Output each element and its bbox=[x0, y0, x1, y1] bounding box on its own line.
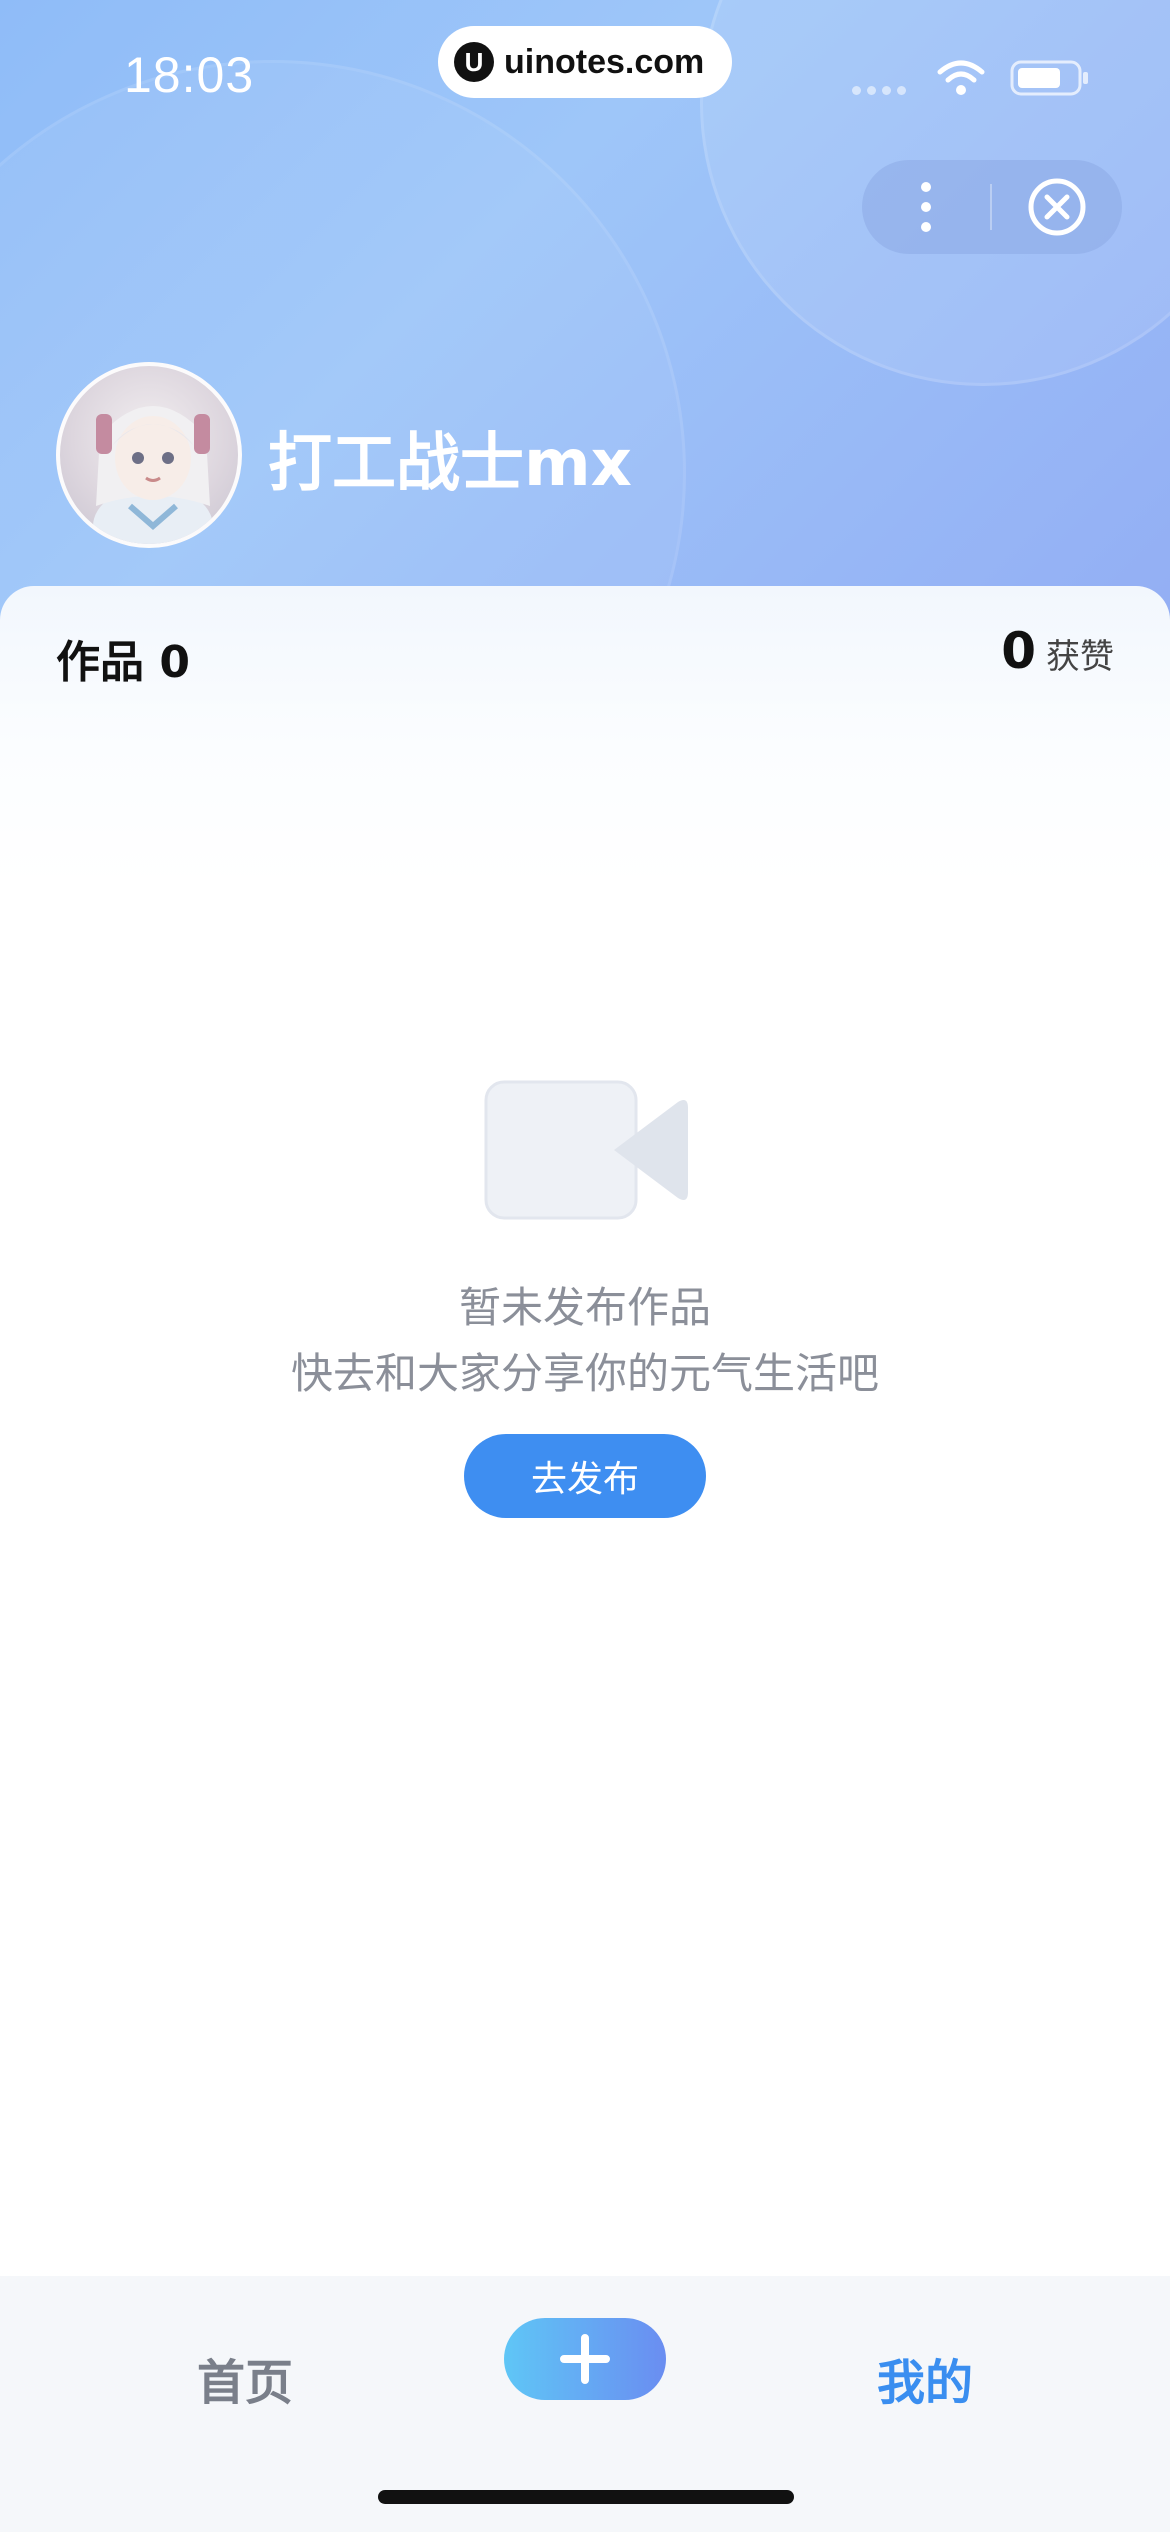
header-decoration bbox=[0, 60, 686, 640]
cellular-signal-icon bbox=[852, 86, 906, 95]
battery-icon bbox=[1010, 60, 1088, 96]
works-panel: 作品 0 0 获赞 暂未发布作品 快去和大家分享你的元气生活吧 去发布 bbox=[0, 586, 1170, 2276]
empty-subtitle: 快去和大家分享你的元气生活吧 bbox=[290, 1349, 879, 1398]
video-camera-icon bbox=[484, 1080, 688, 1220]
avatar[interactable] bbox=[56, 362, 242, 548]
more-button[interactable] bbox=[862, 160, 990, 254]
url-pill: U uinotes.com bbox=[438, 26, 732, 98]
status-time: 18:03 bbox=[124, 47, 255, 103]
tab-home[interactable]: 首页 bbox=[160, 2328, 330, 2428]
close-button[interactable] bbox=[992, 160, 1122, 254]
avatar-image bbox=[93, 406, 213, 544]
empty-title: 暂未发布作品 bbox=[458, 1283, 711, 1332]
username: 打工战士mx bbox=[268, 427, 632, 501]
wifi-icon bbox=[937, 60, 985, 95]
likes-stat: 0 获赞 bbox=[1001, 622, 1114, 680]
url-text: uinotes.com bbox=[504, 42, 705, 81]
works-count[interactable]: 作品 0 bbox=[56, 626, 190, 690]
likes-label: 获赞 bbox=[1046, 637, 1114, 677]
site-logo-icon: U bbox=[454, 42, 494, 82]
tab-mine[interactable]: 我的 bbox=[840, 2328, 1010, 2428]
likes-count: 0 bbox=[1001, 622, 1036, 680]
home-indicator bbox=[378, 2490, 794, 2504]
add-post-button[interactable] bbox=[504, 2318, 666, 2400]
miniprogram-capsule bbox=[862, 160, 1122, 254]
close-circle-icon bbox=[1028, 178, 1086, 236]
plus-icon bbox=[560, 2334, 610, 2384]
more-vertical-icon bbox=[921, 182, 931, 232]
publish-button[interactable]: 去发布 bbox=[464, 1434, 706, 1518]
